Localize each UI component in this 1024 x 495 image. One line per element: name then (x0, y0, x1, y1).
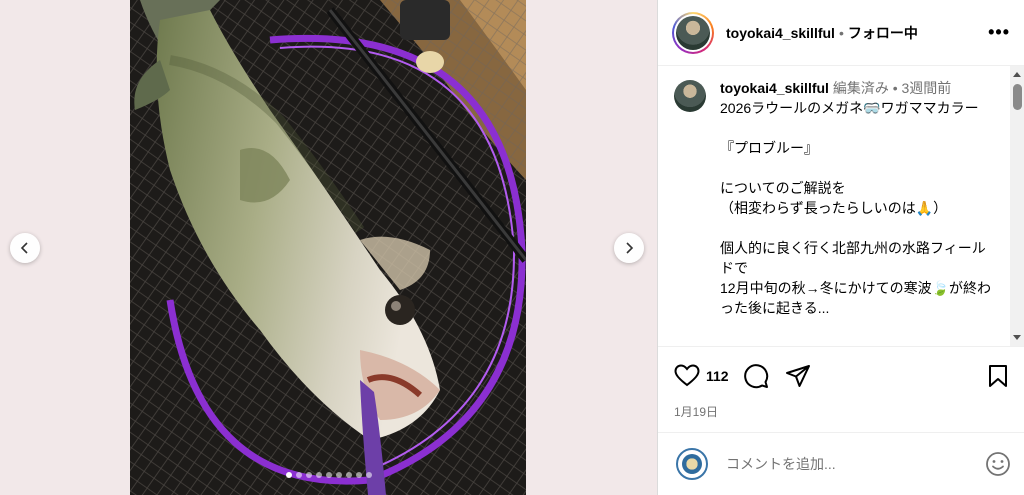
more-options-button[interactable]: ••• (988, 22, 1010, 43)
comment-icon (743, 364, 768, 389)
caption-text: toyokai4_skillful 編集済み • 3週間前 2026ラウールのメ… (720, 78, 996, 346)
carousel-dot (336, 472, 342, 478)
author-avatar[interactable] (672, 11, 714, 54)
carousel-dot (316, 472, 322, 478)
scroll-thumb[interactable] (1013, 84, 1022, 110)
edited-label: 編集済み (832, 80, 889, 96)
carousel-dot (286, 472, 292, 478)
heart-icon (674, 364, 700, 387)
carousel-dot (296, 472, 302, 478)
carousel-prev-button[interactable] (10, 233, 40, 263)
chevron-left-icon (20, 242, 28, 254)
carousel-dot (346, 472, 352, 478)
carousel-dot (326, 472, 332, 478)
post-photo[interactable] (130, 0, 526, 495)
carousel-dot (356, 472, 362, 478)
meta-separator: • (892, 80, 898, 96)
caption-line-5: についてのご解説を (720, 180, 846, 196)
post-time[interactable]: 3週間前 (902, 80, 952, 96)
caption-section: toyokai4_skillful 編集済み • 3週間前 2026ラウールのメ… (658, 66, 1010, 346)
caption-avatar[interactable] (674, 80, 706, 112)
share-icon (785, 365, 810, 387)
separator-dot: • (838, 24, 844, 41)
comment-bar (658, 432, 1024, 495)
caption-line-9: 12月中旬の秋→冬にかけての寒波🍃が終わった後に起きる... (720, 280, 992, 316)
caption-line-6: （相変わらず長ったらしいのは🙏） (720, 200, 948, 216)
chevron-right-icon (626, 242, 634, 254)
emoji-icon (986, 452, 1010, 476)
caption-line-1: 2026ラウールのメガネ🥽ワガママカラー (720, 100, 979, 116)
media-pane (0, 0, 657, 495)
post-date[interactable]: 1月19日 (674, 403, 1009, 420)
post-header: toyokai4_skillful • フォロー中 ••• (658, 0, 1024, 66)
caption-line-8: 個人的に良く行く北部九州の水路フィールドで (720, 240, 986, 276)
post-actions: 112 1月19日 (658, 346, 1024, 420)
comment-input[interactable] (726, 456, 966, 472)
fish-photo-illustration (130, 0, 526, 495)
caption-username[interactable]: toyokai4_skillful (720, 80, 829, 96)
author-username[interactable]: toyokai4_skillful (726, 25, 835, 41)
caption-scrollbar[interactable] (1010, 66, 1024, 346)
like-count[interactable]: 112 (706, 368, 729, 384)
carousel-next-button[interactable] (614, 233, 644, 263)
viewer-avatar (676, 448, 708, 480)
share-button[interactable] (785, 364, 811, 388)
comment-button[interactable] (743, 363, 769, 389)
like-button[interactable] (674, 364, 700, 388)
carousel-dot (366, 472, 372, 478)
scroll-down-arrow-icon[interactable] (1013, 335, 1021, 340)
following-button[interactable]: フォロー中 (848, 23, 918, 43)
save-button[interactable] (987, 364, 1009, 388)
scroll-up-arrow-icon[interactable] (1013, 72, 1021, 77)
emoji-button[interactable] (985, 451, 1011, 477)
caption-line-3: 『プロブルー』 (720, 140, 818, 156)
carousel-dot (306, 472, 312, 478)
bookmark-icon (989, 365, 1007, 387)
post-side-panel: toyokai4_skillful • フォロー中 ••• toyokai4_s… (657, 0, 1024, 495)
carousel-indicator (286, 472, 372, 478)
